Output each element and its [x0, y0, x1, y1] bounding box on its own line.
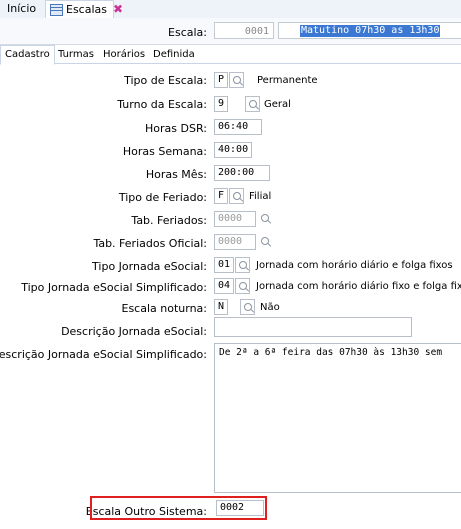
turno-escala-desc: Geral	[264, 99, 291, 110]
tipo-feriado-desc: Filial	[249, 191, 272, 202]
horas-semana-input[interactable]: 40:00	[214, 142, 252, 158]
search-icon[interactable]	[229, 72, 244, 88]
tipo-jornada-input[interactable]: 01	[214, 257, 234, 273]
tab-cadastro[interactable]: Cadastro	[0, 45, 55, 65]
desc-jornada-simpl-label: Descrição Jornada eSocial Simplificado:	[0, 348, 207, 361]
escala-code-field[interactable]: 0001	[214, 22, 274, 39]
desc-jornada-label: Descrição Jornada eSocial:	[61, 325, 207, 338]
sub-tab-bar: Cadastro Turmas Horários Definida	[0, 45, 461, 65]
escala-desc-value: Matutino 07h30 as 13h30	[300, 25, 441, 37]
tab-horarios[interactable]: Horários	[103, 48, 145, 62]
escala-noturna-label: Escala noturna:	[121, 302, 208, 315]
tipo-escala-input[interactable]: P	[214, 72, 228, 88]
tipo-jornada-label: Tipo Jornada eSocial:	[92, 260, 207, 273]
horas-dsr-input[interactable]: 06:40	[214, 119, 262, 135]
turno-escala-input[interactable]: 9	[214, 96, 228, 112]
tab-feriados-oficial-input[interactable]: 0000	[214, 234, 256, 250]
escala-noturna-input[interactable]: N	[214, 299, 228, 315]
horas-semana-label: Horas Semana:	[122, 145, 207, 158]
horas-dsr-label: Horas DSR:	[145, 122, 207, 135]
tab-inicio[interactable]: Início	[7, 0, 36, 18]
turno-escala-label: Turno da Escala:	[117, 98, 207, 111]
desc-jornada-simpl-textarea[interactable]: De 2ª a 6ª feira das 07h30 às 13h30 sem	[214, 343, 461, 493]
tipo-jornada-simpl-label: Tipo Jornada eSocial Simplificado:	[21, 281, 207, 294]
tab-feriados-input[interactable]: 0000	[214, 211, 256, 227]
tab-escalas-label: Escalas	[66, 3, 107, 16]
search-icon[interactable]	[245, 96, 260, 112]
tab-definida[interactable]: Definida	[153, 48, 195, 62]
escala-desc-field[interactable]: Matutino 07h30 as 13h30	[278, 22, 461, 39]
tipo-escala-desc: Permanente	[257, 75, 318, 86]
close-icon[interactable]: ✖	[113, 0, 123, 18]
search-icon[interactable]	[258, 211, 273, 227]
horas-mes-label: Horas Mês:	[145, 168, 207, 181]
search-icon[interactable]	[240, 299, 255, 315]
tipo-feriado-label: Tipo de Feriado:	[118, 191, 207, 204]
tab-escalas[interactable]: Escalas	[45, 0, 114, 19]
search-icon[interactable]	[235, 278, 250, 294]
search-icon[interactable]	[258, 234, 273, 250]
search-icon[interactable]	[235, 257, 250, 273]
highlight-box	[90, 496, 267, 520]
escala-noturna-desc: Não	[260, 302, 280, 313]
top-tab-bar: Início Escalas ✖	[0, 0, 461, 19]
tipo-jornada-simpl-desc: Jornada com horário diário fixo e folga …	[256, 281, 461, 292]
table-icon	[50, 4, 63, 16]
escala-label: Escala:	[168, 26, 207, 39]
desc-jornada-input[interactable]	[214, 317, 412, 337]
horas-mes-input[interactable]: 200:00	[214, 165, 270, 181]
tipo-escala-label: Tipo de Escala:	[124, 74, 207, 87]
search-icon[interactable]	[229, 188, 244, 204]
tab-feriados-oficial-label: Tab. Feriados Oficial:	[93, 237, 207, 250]
tab-feriados-label: Tab. Feriados:	[131, 214, 207, 227]
tipo-feriado-input[interactable]: F	[214, 188, 228, 204]
tipo-jornada-simpl-input[interactable]: 04	[214, 278, 234, 294]
tab-turmas[interactable]: Turmas	[58, 48, 94, 62]
tipo-jornada-desc: Jornada com horário diário e folga fixos	[256, 260, 453, 271]
